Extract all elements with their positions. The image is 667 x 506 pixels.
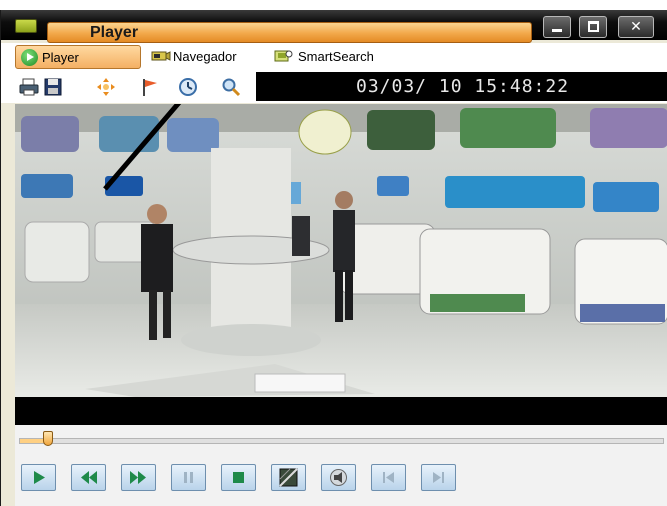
audio-icon (330, 469, 347, 486)
playback-controls (15, 455, 667, 506)
print-icon[interactable] (19, 77, 39, 97)
previous-frame-button[interactable] (371, 464, 406, 491)
rewind-icon (81, 471, 97, 484)
tab-bar: Player Navegador SmartSearch (1, 43, 667, 71)
close-icon: ✕ (630, 18, 642, 34)
search-icon[interactable] (221, 77, 241, 97)
seek-thumb[interactable] (43, 431, 54, 446)
rewind-button[interactable] (71, 464, 106, 491)
seek-area (15, 425, 667, 455)
flag-icon[interactable] (141, 77, 161, 97)
fast-forward-icon (130, 471, 146, 484)
zoom-area-icon[interactable] (96, 77, 116, 97)
snapshot-icon (279, 468, 298, 487)
tab-smartsearch[interactable]: SmartSearch (274, 45, 394, 69)
pause-button[interactable] (171, 464, 206, 491)
stop-button[interactable] (221, 464, 256, 491)
close-button[interactable]: ✕ (618, 16, 654, 38)
window-title: Player (90, 24, 139, 41)
app-icon (15, 19, 37, 33)
camera-icon (151, 51, 171, 61)
title-bar[interactable]: Player ✕ (1, 10, 667, 43)
save-icon[interactable] (43, 77, 63, 97)
pause-icon (184, 472, 193, 483)
fast-forward-button[interactable] (121, 464, 156, 491)
clock-icon[interactable] (178, 77, 198, 97)
play-icon (34, 471, 45, 484)
toolbar: 03/03/ 10 15:48:22 (1, 71, 667, 103)
tab-player-label: Player (42, 50, 79, 65)
smartsearch-icon (274, 50, 293, 62)
tab-smartsearch-label: SmartSearch (298, 49, 374, 64)
player-window: Player ✕ Player Navegador SmartSearch 03… (0, 10, 667, 506)
previous-frame-icon (383, 472, 394, 483)
play-circle-icon (21, 49, 38, 66)
video-feed (15, 104, 667, 397)
maximize-icon (588, 21, 599, 32)
next-frame-button[interactable] (421, 464, 456, 491)
minimize-button[interactable] (543, 16, 571, 38)
next-frame-icon (433, 472, 444, 483)
play-button[interactable] (21, 464, 56, 491)
datetime-display: 03/03/ 10 15:48:22 (256, 72, 667, 101)
tab-navegador[interactable]: Navegador (151, 45, 261, 69)
title-pill: Player (47, 22, 532, 43)
minimize-icon (552, 29, 562, 32)
tab-player[interactable]: Player (15, 45, 141, 69)
snapshot-button[interactable] (271, 464, 306, 491)
tab-navegador-label: Navegador (173, 49, 237, 64)
seek-bar[interactable] (19, 438, 664, 444)
audio-button[interactable] (321, 464, 356, 491)
stop-icon (233, 472, 244, 483)
maximize-button[interactable] (579, 16, 607, 38)
video-info-bar (15, 397, 667, 425)
